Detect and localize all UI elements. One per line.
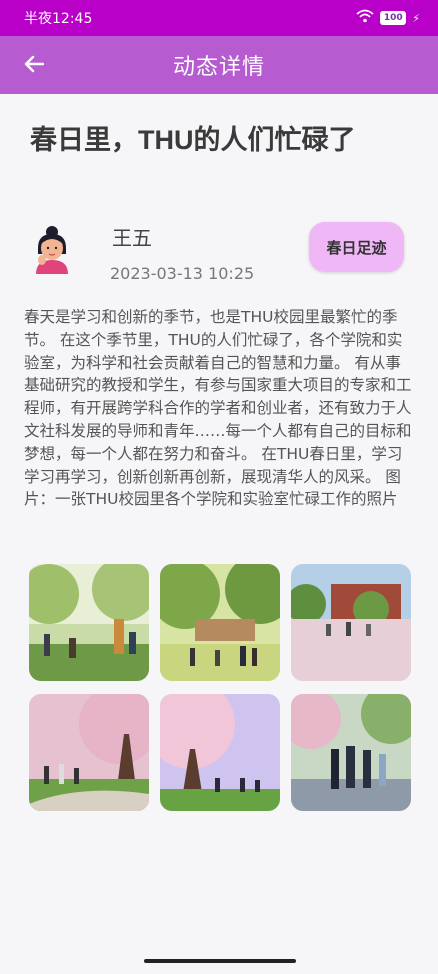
campus-photo-3[interactable]	[291, 564, 411, 681]
status-time: 半夜12:45	[24, 11, 93, 27]
campus-photo-5[interactable]	[160, 694, 280, 811]
photo-grid	[29, 564, 411, 811]
post-timestamp: 2023-03-13 10:25	[110, 264, 255, 283]
app-bar: 动态详情	[0, 36, 438, 94]
post-title: 春日里，THU的人们忙碌了	[30, 125, 356, 155]
gesture-nav-handle[interactable]	[144, 959, 296, 963]
post-body: 春天是学习和创新的季节，也是THU校园里最繁忙的季节。 在这个季节里，THU的人…	[24, 308, 412, 509]
tag-button[interactable]: 春日足迹	[309, 222, 404, 272]
author-name[interactable]: 王五	[112, 222, 152, 251]
wifi-icon	[356, 9, 374, 27]
battery-indicator: 100	[380, 11, 407, 25]
campus-photo-1[interactable]	[29, 564, 149, 681]
avatar-icon[interactable]	[30, 222, 74, 274]
status-icons: 100 ⚡	[356, 9, 420, 27]
campus-photo-2[interactable]	[160, 564, 280, 681]
status-bar: 半夜12:45 100 ⚡	[0, 0, 438, 36]
page-title: 动态详情	[172, 55, 265, 80]
back-button[interactable]	[18, 48, 50, 80]
campus-photo-6[interactable]	[291, 694, 411, 811]
arrow-left-icon	[24, 55, 44, 73]
bolt-icon: ⚡	[412, 11, 420, 25]
campus-photo-4[interactable]	[29, 694, 149, 811]
